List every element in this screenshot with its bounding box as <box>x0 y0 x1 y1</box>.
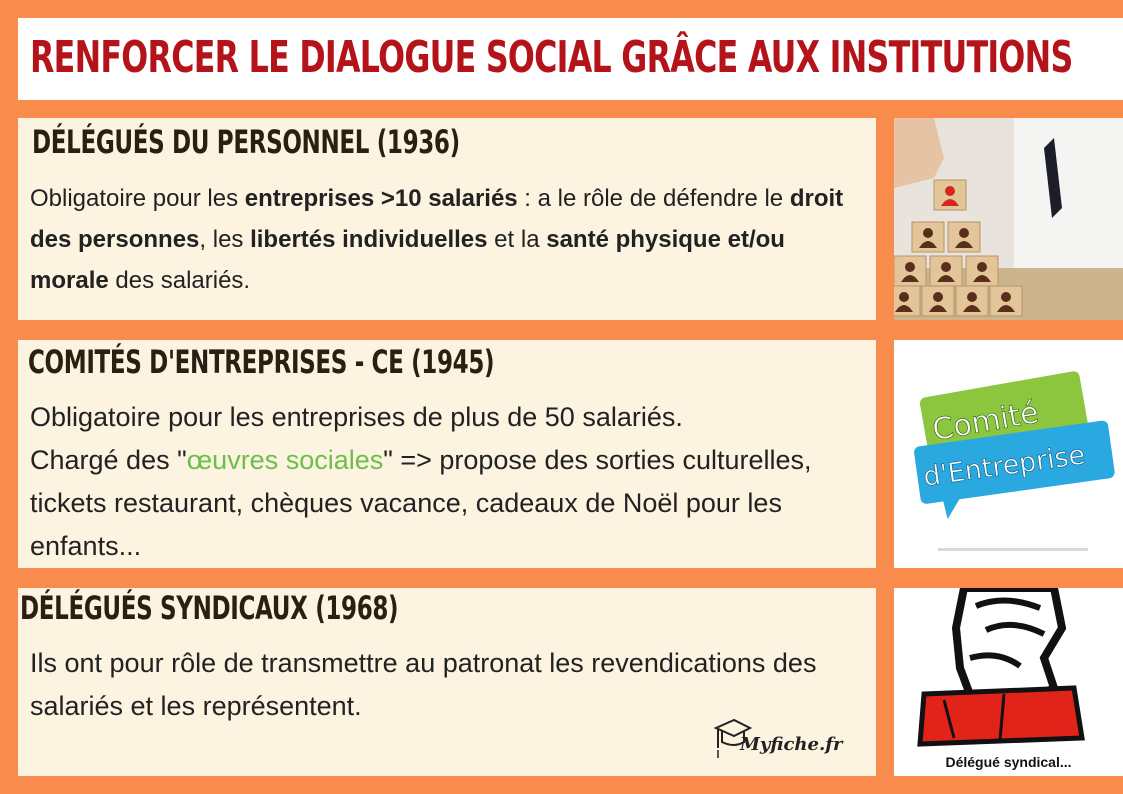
section-delegues-personnel: DÉLÉGUÉS DU PERSONNEL (1936) Obligatoire… <box>18 118 876 320</box>
person-head <box>905 262 915 272</box>
image-caption: Délégué syndical... <box>945 754 1072 770</box>
person-head <box>1001 292 1011 302</box>
bold-text: entreprises >10 salariés <box>244 185 518 212</box>
section-body: Obligatoire pour les entreprises de plus… <box>30 396 856 568</box>
text-fragment: des salariés. <box>108 267 251 294</box>
section-heading: DÉLÉGUÉS DU PERSONNEL (1936) <box>32 123 460 161</box>
section-heading: COMITÉS D'ENTREPRISES - CE (1945) <box>28 343 495 381</box>
person-head <box>941 262 951 272</box>
person-head <box>959 228 969 238</box>
section-heading: DÉLÉGUÉS SYNDICAUX (1968) <box>20 589 399 627</box>
text-fragment: et la <box>487 226 547 253</box>
bold-text: libertés individuelles <box>250 226 488 253</box>
people-blocks-image <box>894 118 1123 320</box>
raised-fist-image: Délégué syndical... <box>894 588 1123 776</box>
comite-entreprise-image: Comité d'Entreprise <box>894 340 1123 568</box>
person-head <box>945 186 955 196</box>
page-title: RENFORCER LE DIALOGUE SOCIAL GRÂCE AUX I… <box>30 32 1073 83</box>
person-head <box>899 292 909 302</box>
person-head <box>923 228 933 238</box>
section-body: Obligatoire pour les entreprises >10 sal… <box>30 178 856 301</box>
section-comites-entreprises: COMITÉS D'ENTREPRISES - CE (1945) Obliga… <box>18 340 876 568</box>
person-head <box>933 292 943 302</box>
highlight-text: œuvres sociales <box>186 445 384 475</box>
title-bar: RENFORCER LE DIALOGUE SOCIAL GRÂCE AUX I… <box>18 18 1123 100</box>
myfiche-logo: Myfiche.fr <box>712 714 852 770</box>
person-head <box>967 292 977 302</box>
raised-fist-icon <box>917 588 1085 747</box>
text-fragment: Chargé des " <box>30 445 187 475</box>
person-head <box>977 262 987 272</box>
logo-text: Myfiche.fr <box>740 734 843 755</box>
text-fragment: : a le rôle de défendre le <box>517 185 790 212</box>
text-fragment: Obligatoire pour les entreprises de plus… <box>30 402 683 432</box>
text-fragment: Obligatoire pour les <box>30 185 245 212</box>
text-fragment: , les <box>199 226 251 253</box>
people-blocks-icon <box>894 118 1123 320</box>
speech-bubbles-icon: Comité d'Entreprise <box>914 371 1115 551</box>
